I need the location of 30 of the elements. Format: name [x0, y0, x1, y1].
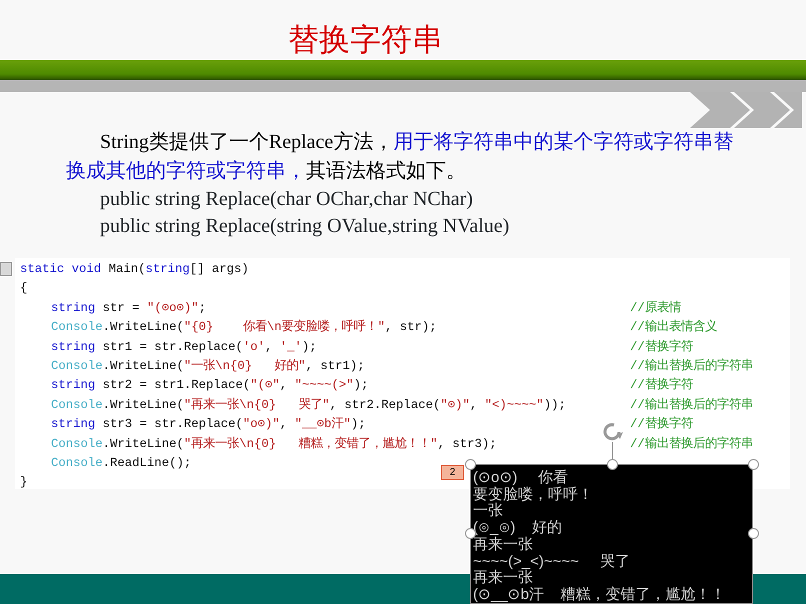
- code-comment: //输出表情含义: [630, 318, 717, 336]
- slide-title: 替换字符串: [288, 24, 444, 59]
- description-paragraph: String类提供了一个Replace方法，用于将字符串中的某个字符或字符串替换成其他的字符或字符串，其语法格式如下。: [66, 130, 734, 184]
- syntax-line: public string Replace(string OValue,string NValue): [100, 214, 510, 239]
- code-line: static void Main(string[] args): [20, 261, 249, 278]
- code-line: Console.WriteLine("一张\n{0} 好的", str1);: [51, 358, 365, 373]
- syntax-line: public string Replace(char OChar,char NChar): [100, 187, 474, 212]
- line-marker-icon: [0, 262, 12, 276]
- code-line: string str = "(⊙o⊙)";: [51, 300, 206, 315]
- code-line: {: [20, 280, 28, 298]
- code-line: Console.WriteLine("再来一张\n{0} 糟糕，变错了，尴尬！！", str3);: [51, 436, 497, 451]
- code-line: string str3 = str.Replace("o⊙)", "__⊙b汗");: [51, 417, 366, 432]
- code-line: }: [20, 474, 28, 492]
- code-line: string str1 = str.Replace('o', '_');: [51, 340, 317, 354]
- code-comment: //输出替换后的字符串: [630, 358, 753, 375]
- code-line: string str2 = str1.Replace("(⊙", "~~~~(>");: [51, 378, 368, 392]
- code-comment: //输出替换后的字符串: [630, 436, 753, 453]
- code-line: Console.WriteLine("{0} 你看\n要变脸喽，呼呼！", str);: [51, 320, 437, 334]
- code-comment: //替换字符: [630, 376, 693, 394]
- resize-handle[interactable]: [465, 528, 476, 539]
- code-comment: //输出替换后的字符串: [630, 396, 753, 414]
- code-comment: //替换字符: [630, 416, 693, 434]
- resize-handle[interactable]: [748, 528, 759, 539]
- code-comment: //原表情: [630, 300, 681, 317]
- rotate-icon[interactable]: [601, 421, 625, 443]
- code-line: Console.ReadLine();: [51, 456, 192, 470]
- slide-number-tag: 2: [441, 465, 464, 480]
- code-line: Console.WriteLine("再来一张\n{0} 哭了", str2.Replace("⊙)", "<)~~~~"));: [51, 398, 566, 412]
- code-comment: //替换字符: [630, 338, 693, 356]
- console-output: (⊙o⊙) 你看 要变脸喽，呼呼！ 一张 (⊙_⊙) 好的 再来一张 ~~~~(>_<)~~~~ 哭了 再来一张 (⊙__⊙b汗 糟糕，变错了，尴尬！！: [470, 464, 753, 604]
